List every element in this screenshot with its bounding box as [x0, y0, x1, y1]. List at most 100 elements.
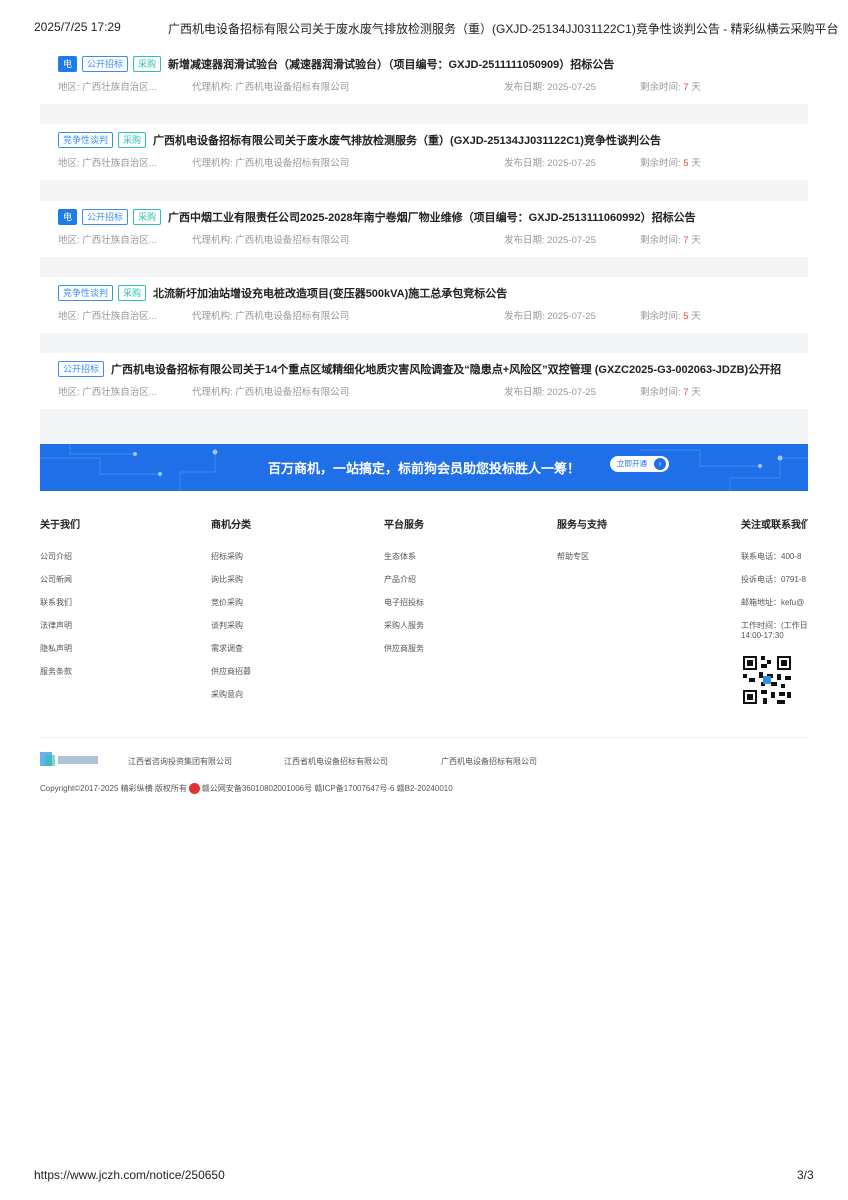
notice-tag: 公开招标 — [58, 361, 105, 377]
footer-link[interactable]: 需求调查 — [211, 643, 251, 666]
copyright: Copyright©2017-2025 精彩纵横 版权所有 赣公网安备36010… — [40, 783, 453, 794]
notice-title-row: 电公开招标 采购 新增减速器润滑试验台（减速器润滑试验台）（项目编号：GXJD-25… — [58, 55, 614, 73]
notice-item[interactable]: 竞争性谈判 采购 广西机电设备招标有限公司关于废水废气排放检测服务（重）(GXJD-… — [40, 124, 808, 180]
footer-link[interactable]: 生态体系 — [384, 551, 424, 574]
notice-publish: 发布日期: 2025-07-25 — [504, 158, 596, 169]
notice-agency: 代理机构: 广西机电设备招标有限公司 — [192, 235, 350, 246]
notice-title-link[interactable]: 广西中烟工业有限责任公司2025-2028年南宁卷烟厂物业维修（项目编号：GXJ… — [168, 209, 696, 225]
notice-agency: 代理机构: 广西机电设备招标有限公司 — [192, 387, 350, 398]
work-hours-line: 14:00-17:30 — [741, 631, 784, 640]
remaining-label: 剩余时间: — [640, 311, 684, 322]
notice-agency: 代理机构: 广西机电设备招标有限公司 — [192, 82, 350, 93]
notice-item[interactable]: 电公开招标 采购 广西中烟工业有限责任公司2025-2028年南宁卷烟厂物业维修（项… — [40, 201, 808, 257]
notice-title-row: 公开招标 广西机电设备招标有限公司关于14个重点区域精细化地质灾害风险调查及“隐患… — [58, 360, 781, 378]
footer-link[interactable]: 竞价采购 — [211, 597, 251, 620]
footer-link[interactable]: 谈判采购 — [211, 620, 251, 643]
footer-col-title: 服务与支持 — [557, 520, 607, 531]
footer-col-title: 商机分类 — [211, 520, 251, 531]
notice-remaining: 剩余时间: 7 天 — [640, 384, 701, 398]
footer-link[interactable]: 隐私声明 — [40, 643, 80, 666]
notice-tag: 采购 — [118, 132, 147, 148]
footer-col-platform: 平台服务 生态体系 产品介绍 电子招投标 采购人服务 供应商服务 — [384, 516, 424, 666]
footer-link[interactable]: 帮助专区 — [557, 551, 607, 574]
complaint-phone: 投诉电话：0791-8 — [741, 575, 806, 584]
footer-link[interactable]: 公司介绍 — [40, 551, 80, 574]
print-page-title: 广西机电设备招标有限公司关于废水废气排放检测服务（重）(GXJD-25134JJ… — [168, 22, 839, 36]
membership-banner[interactable]: 百万商机，一站搞定，标前狗会员助您投标胜人一筹！ 立即开通 › — [40, 444, 808, 491]
contact-phone: 联系电话：400-8 — [741, 552, 802, 561]
notice-agency: 代理机构: 广西机电设备招标有限公司 — [192, 311, 350, 322]
notice-remaining: 剩余时间: 5 天 — [640, 308, 701, 322]
notice-tag: 电 — [58, 56, 78, 72]
notice-remaining: 剩余时间: 5 天 — [640, 155, 701, 169]
activate-now-label: 立即开通 — [617, 459, 647, 468]
partner-link[interactable]: 广西机电设备招标有限公司 — [441, 756, 537, 767]
site-footer: 关于我们 公司介绍 公司新闻 联系我们 法律声明 隐私声明 服务条款 商机分类 … — [40, 491, 808, 1160]
notice-remaining: 剩余时间: 7 天 — [640, 232, 701, 246]
banner-text: 百万商机，一站搞定，标前狗会员助您投标胜人一筹！ — [268, 461, 581, 476]
footer-link[interactable]: 联系我们 — [40, 597, 80, 620]
notice-item[interactable]: 公开招标 广西机电设备招标有限公司关于14个重点区域精细化地质灾害风险调查及“隐患… — [40, 353, 808, 409]
notice-region: 地区: 广西壮族自治区... — [58, 311, 157, 322]
footer-divider — [40, 737, 808, 738]
footer-link[interactable]: 法律声明 — [40, 620, 80, 643]
notice-tag: 竞争性谈判 — [58, 285, 114, 301]
notice-title-row: 电公开招标 采购 广西中烟工业有限责任公司2025-2028年南宁卷烟厂物业维修（项… — [58, 208, 696, 226]
footer-link[interactable]: 公司新闻 — [40, 574, 80, 597]
remaining-unit: 天 — [688, 387, 701, 398]
notice-tag: 公开招标 — [82, 209, 129, 225]
remaining-label: 剩余时间: — [640, 235, 684, 246]
notice-publish: 发布日期: 2025-07-25 — [504, 235, 596, 246]
notice-title-link[interactable]: 北流新圩加油站增设充电桩改造项目(变压器500kVA)施工总承包竞标公告 — [153, 285, 507, 301]
footer-col-support: 服务与支持 帮助专区 — [557, 516, 607, 574]
footer-link[interactable]: 供应商服务 — [384, 643, 424, 666]
footer-col-about: 关于我们 公司介绍 公司新闻 联系我们 法律声明 隐私声明 服务条款 — [40, 516, 80, 689]
notice-publish: 发布日期: 2025-07-25 — [504, 387, 596, 398]
footer-link[interactable]: 采购人服务 — [384, 620, 424, 643]
partner-link[interactable]: 江西省咨询投资集团有限公司 — [128, 756, 232, 767]
notice-tag: 采购 — [118, 285, 147, 301]
notice-tag: 竞争性谈判 — [58, 132, 114, 148]
footer-link[interactable]: 询比采购 — [211, 574, 251, 597]
notice-remaining: 剩余时间: 7 天 — [640, 79, 701, 93]
footer-link[interactable]: 采购意向 — [211, 689, 251, 712]
partner-link[interactable]: 江西省机电设备招标有限公司 — [284, 756, 388, 767]
notice-title-row: 竞争性谈判 采购 北流新圩加油站增设充电桩改造项目(变压器500kVA)施工总承包竞… — [58, 284, 507, 302]
remaining-unit: 天 — [688, 82, 701, 93]
footer-link[interactable]: 供应商招募 — [211, 666, 251, 689]
remaining-label: 剩余时间: — [640, 387, 684, 398]
notice-tag: 公开招标 — [82, 56, 129, 72]
page-content: 电公开招标 采购 新增减速器润滑试验台（减速器润滑试验台）（项目编号：GXJD-25… — [40, 48, 808, 1160]
notice-tag: 采购 — [133, 56, 162, 72]
footer-link[interactable]: 服务条款 — [40, 666, 80, 689]
footer-col-contact: 关注或联系我们 联系电话：400-8 投诉电话：0791-8 邮箱地址：kefu… — [741, 516, 808, 711]
activate-now-button[interactable]: 立即开通 › — [610, 456, 669, 472]
notice-item[interactable]: 竞争性谈判 采购 北流新圩加油站增设充电桩改造项目(变压器500kVA)施工总承包竞… — [40, 277, 808, 333]
notice-tag: 电 — [58, 209, 78, 225]
notice-title-link[interactable]: 新增减速器润滑试验台（减速器润滑试验台）（项目编号：GXJD-251111105… — [168, 56, 614, 72]
copyright-text: Copyright©2017-2025 精彩纵横 版权所有 — [40, 784, 187, 793]
remaining-label: 剩余时间: — [640, 158, 684, 169]
print-datetime: 2025/7/25 17:29 — [34, 20, 121, 34]
footer-link[interactable]: 招标采购 — [211, 551, 251, 574]
remaining-label: 剩余时间: — [640, 82, 684, 93]
footer-link[interactable]: 电子招投标 — [384, 597, 424, 620]
print-page-number: 3/3 — [797, 1168, 814, 1182]
notice-title-link[interactable]: 广西机电设备招标有限公司关于14个重点区域精细化地质灾害风险调查及“隐患点+风险… — [111, 361, 781, 377]
footer-link[interactable]: 产品介绍 — [384, 574, 424, 597]
notice-title-link[interactable]: 广西机电设备招标有限公司关于废水废气排放检测服务（重）(GXJD-25134JJ… — [153, 132, 661, 148]
arrow-right-icon: › — [654, 458, 666, 470]
notice-region: 地区: 广西壮族自治区... — [58, 387, 157, 398]
remaining-unit: 天 — [688, 311, 701, 322]
notice-item[interactable]: 电公开招标 采购 新增减速器润滑试验台（减速器润滑试验台）（项目编号：GXJD-25… — [40, 48, 808, 104]
work-hours: 工作时间：(工作日 14:00-17:30 — [741, 620, 808, 640]
print-url: https://www.jczh.com/notice/250650 — [34, 1168, 225, 1182]
notice-region: 地区: 广西壮族自治区... — [58, 82, 157, 93]
icp-text[interactable]: 赣公网安备36010802001006号 赣ICP备17007647号-6 赣B… — [202, 783, 453, 794]
work-hours-line: 工作时间：(工作日 — [741, 621, 808, 630]
contact-email: 邮箱地址：kefu@ — [741, 598, 805, 607]
police-badge-icon — [188, 783, 200, 794]
notice-title-row: 竞争性谈判 采购 广西机电设备招标有限公司关于废水废气排放检测服务（重）(GXJD-… — [58, 131, 661, 149]
footer-col-title: 关于我们 — [40, 520, 80, 531]
notice-region: 地区: 广西壮族自治区... — [58, 235, 157, 246]
